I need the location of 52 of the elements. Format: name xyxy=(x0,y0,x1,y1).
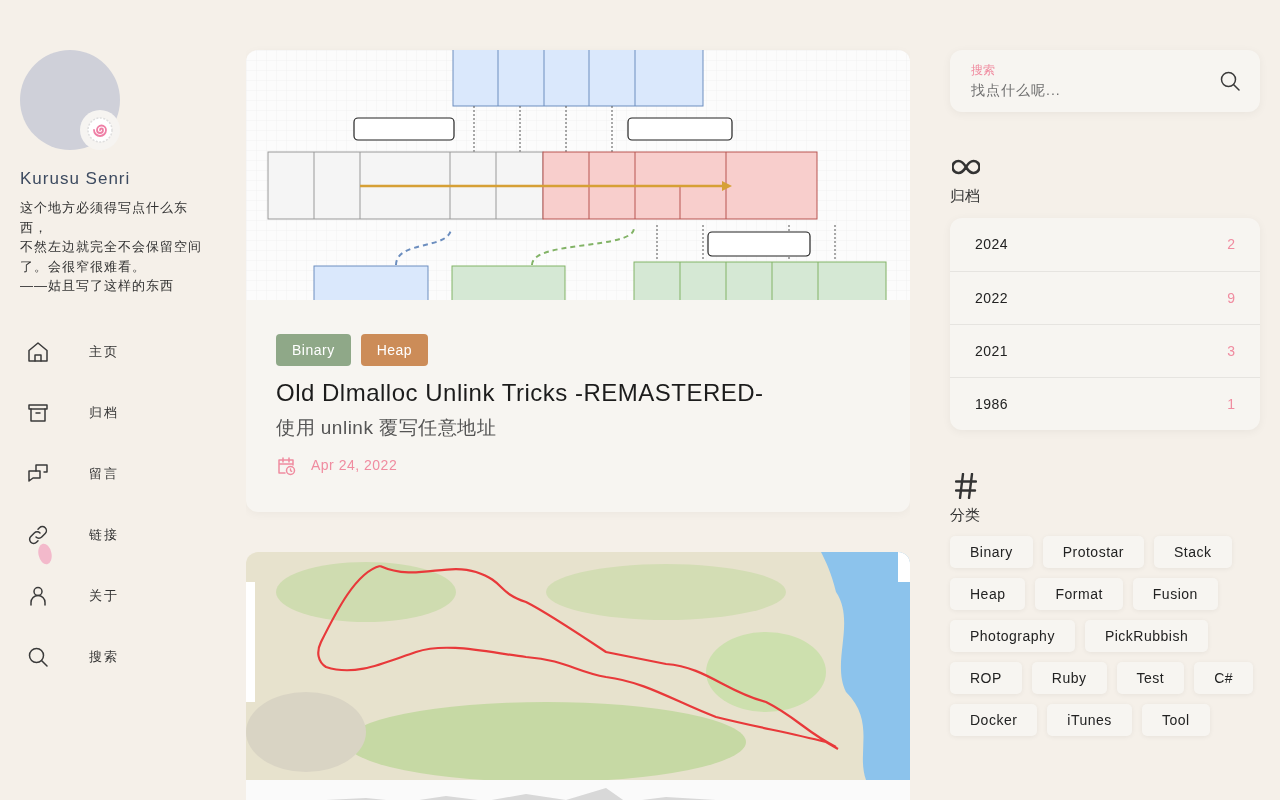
archive-year[interactable]: 2021 xyxy=(975,340,1009,362)
search-input[interactable]: 找点什么呢... xyxy=(971,80,1171,100)
nav-link[interactable]: 链接 xyxy=(28,525,119,545)
bio-line: ——姑且写了这样的东西 xyxy=(20,277,175,295)
post-count: 2 xyxy=(1227,235,1235,254)
archive-year[interactable]: 1986 xyxy=(975,393,1009,415)
nav-link[interactable]: 归档 xyxy=(28,403,119,423)
author-name: Kurusu Senri xyxy=(20,168,132,190)
home-icon xyxy=(28,342,48,362)
category-tag[interactable]: Heap xyxy=(950,578,1026,610)
category-tag[interactable]: Fusion xyxy=(1132,578,1218,610)
post-count: 3 xyxy=(1227,341,1235,361)
hash-icon xyxy=(955,473,977,499)
category-tag[interactable]: iTunes xyxy=(1047,704,1132,736)
nav-link[interactable]: 主页 xyxy=(28,342,119,362)
category-tag[interactable]: Docker xyxy=(950,704,1038,736)
swirl-icon xyxy=(80,110,120,150)
bio-line: 不然左边就完全不会保留空间了。会很窄很难看。 xyxy=(20,238,203,276)
category-tag[interactable]: Test xyxy=(1116,662,1185,694)
category-tag[interactable]: Format xyxy=(1035,578,1123,610)
category-tag[interactable]: Stack xyxy=(1154,536,1232,568)
post-subtitle: 使用 unlink 覆写任意地址 xyxy=(276,416,498,440)
user-icon xyxy=(28,586,48,606)
section-title: 归档 xyxy=(950,186,981,206)
category-tag[interactable]: Protostar xyxy=(1042,536,1144,568)
nav-link[interactable]: 留言 xyxy=(28,464,119,484)
category-tag[interactable]: ROP xyxy=(950,662,1022,694)
category-tag[interactable]: Tool xyxy=(1141,704,1210,736)
category-tag[interactable]: Photography xyxy=(950,620,1075,652)
archive-box-icon xyxy=(28,403,48,423)
category-tag[interactable]: Binary xyxy=(950,536,1033,568)
post-title[interactable]: Old Dlmalloc Unlink Tricks -REMASTERED- xyxy=(276,377,880,409)
category-tag[interactable]: C# xyxy=(1194,662,1254,694)
archive-year[interactable]: 2024 xyxy=(975,234,1009,255)
post-count: 9 xyxy=(1227,288,1235,308)
search-icon[interactable] xyxy=(1220,71,1240,91)
category-tag[interactable]: Ruby xyxy=(1031,662,1107,694)
nav-link[interactable]: 搜索 xyxy=(28,647,119,667)
archive-year[interactable]: 2022 xyxy=(975,287,1009,309)
bio-line: 这个地方必须得写点什么东西， xyxy=(20,199,189,237)
calendar-clock-icon xyxy=(276,455,296,476)
link-icon xyxy=(28,525,48,545)
petal-icon xyxy=(37,543,53,565)
post-count: 1 xyxy=(1227,394,1235,414)
search-icon xyxy=(28,647,48,667)
nav-link[interactable]: 关于 xyxy=(28,586,119,606)
infinity-icon xyxy=(952,157,980,177)
chat-icon xyxy=(28,464,48,484)
section-title: 分类 xyxy=(950,505,981,525)
post-date: Apr 24, 2022 xyxy=(311,456,398,475)
category-tag[interactable]: PickRubbish xyxy=(1084,620,1209,652)
search-label: 搜索 xyxy=(971,62,995,78)
